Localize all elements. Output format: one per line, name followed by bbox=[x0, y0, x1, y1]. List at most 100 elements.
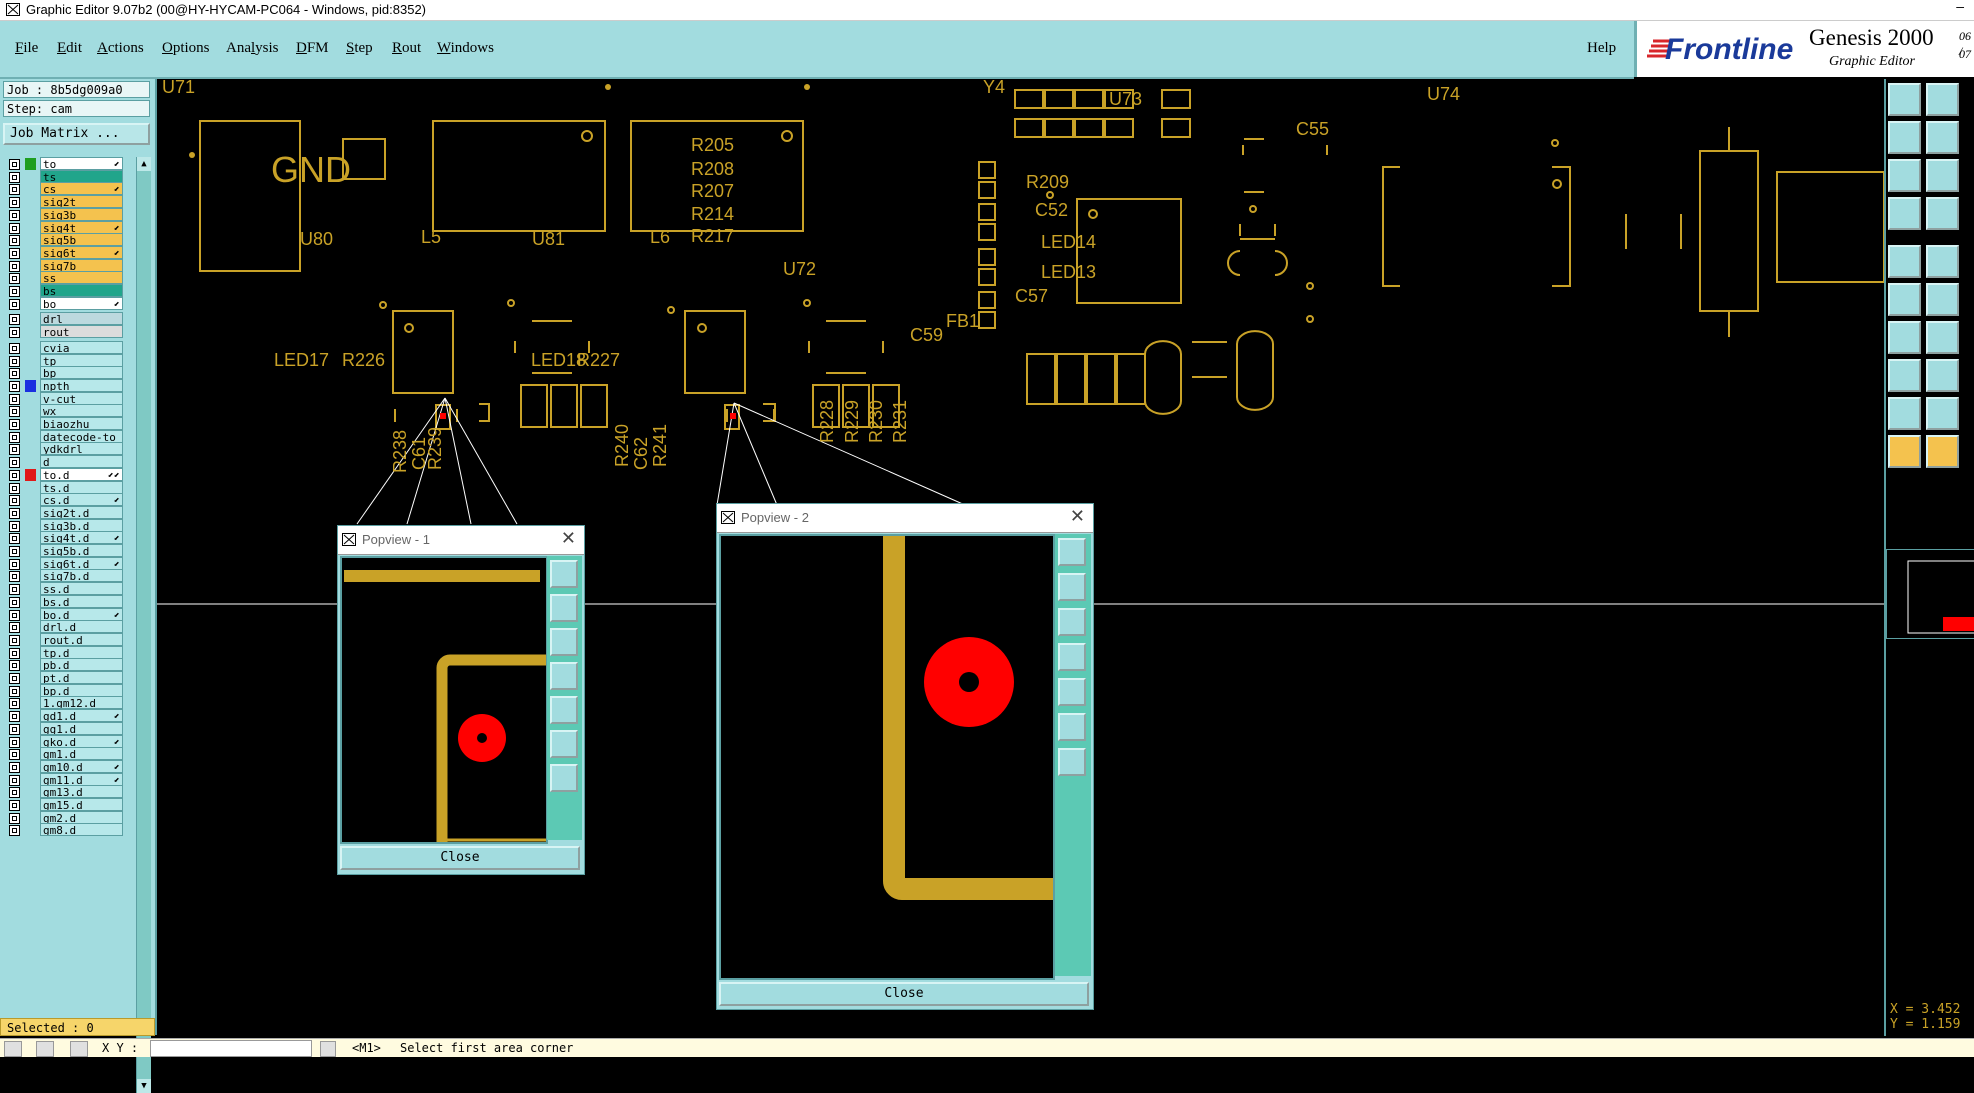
snap-icon[interactable] bbox=[1888, 245, 1921, 278]
triangle-alt-icon[interactable] bbox=[1926, 397, 1959, 430]
pan-left-icon[interactable] bbox=[1888, 121, 1921, 154]
layer-checkbox[interactable] bbox=[9, 800, 20, 811]
layer-name[interactable]: cs ⬋ bbox=[40, 182, 123, 196]
layer-checkbox[interactable] bbox=[9, 698, 20, 710]
popview-1-titlebar[interactable]: Popview - 1 ✕ bbox=[338, 526, 584, 555]
menu-options[interactable]: Options bbox=[162, 40, 210, 57]
layer-name[interactable]: cvia bbox=[40, 340, 123, 354]
layer-name[interactable]: drl bbox=[40, 312, 123, 326]
menu-edit[interactable]: Edit bbox=[57, 40, 82, 57]
layer-checkbox[interactable] bbox=[9, 431, 20, 443]
point-icon[interactable] bbox=[1888, 359, 1921, 392]
check-icon[interactable] bbox=[4, 1041, 22, 1057]
layer-name[interactable]: ts.d bbox=[40, 480, 123, 494]
layer-name[interactable]: sig6t ⬋ bbox=[40, 245, 123, 259]
layer-checkbox[interactable] bbox=[9, 444, 20, 456]
pan-left-icon[interactable] bbox=[550, 662, 578, 690]
layer-name[interactable]: gm13.d bbox=[40, 785, 123, 799]
layer-name[interactable]: gm15.d bbox=[40, 798, 123, 811]
layer-name[interactable]: tp.d bbox=[40, 645, 123, 659]
layer-checkbox[interactable] bbox=[9, 520, 20, 532]
layer-name[interactable]: to.d ⬋⬋ bbox=[40, 467, 123, 481]
pointer-icon[interactable] bbox=[1888, 435, 1921, 468]
xy-input[interactable] bbox=[150, 1040, 312, 1057]
layer-name[interactable]: sig7b.d bbox=[40, 569, 123, 583]
menu-analysis[interactable]: Analysis bbox=[226, 40, 279, 57]
popview-1-close-button[interactable]: Close bbox=[340, 846, 580, 870]
fit-icon[interactable] bbox=[550, 730, 578, 758]
layer-checkbox[interactable] bbox=[9, 736, 20, 748]
triangle-icon[interactable] bbox=[1888, 397, 1921, 430]
layer-list-scrollbar[interactable]: ▲ ▼ bbox=[136, 157, 151, 1093]
layer-checkbox[interactable] bbox=[9, 609, 20, 621]
layer-checkbox[interactable] bbox=[9, 286, 20, 297]
layer-checkbox[interactable] bbox=[9, 457, 20, 469]
layer-name[interactable]: gko.d ⬋ bbox=[40, 734, 123, 748]
layer-checkbox[interactable] bbox=[9, 393, 20, 405]
layer-checkbox[interactable] bbox=[9, 197, 20, 209]
layer-checkbox[interactable] bbox=[9, 184, 20, 196]
window-icon[interactable] bbox=[70, 1041, 88, 1057]
scroll-down-icon[interactable]: ▼ bbox=[137, 1079, 151, 1093]
layer-checkbox[interactable] bbox=[9, 711, 20, 723]
layer-checkbox[interactable] bbox=[9, 825, 20, 837]
layer-name[interactable]: ts bbox=[40, 169, 123, 183]
zoom-area-icon[interactable] bbox=[1058, 748, 1086, 776]
layer-name[interactable]: gm11.d ⬋ bbox=[40, 772, 123, 786]
enter-icon[interactable] bbox=[320, 1041, 336, 1057]
layer-name[interactable]: bp bbox=[40, 366, 123, 380]
layer-checkbox[interactable] bbox=[9, 749, 20, 761]
layer-checkbox[interactable] bbox=[9, 723, 20, 735]
layer-name[interactable]: bp.d bbox=[40, 683, 123, 697]
layer-name[interactable]: sig3b bbox=[40, 207, 123, 221]
layer-checkbox[interactable] bbox=[9, 647, 20, 659]
layer-name[interactable]: sig3b.d bbox=[40, 518, 123, 532]
layer-checkbox[interactable] bbox=[9, 812, 20, 824]
pan-right-icon[interactable] bbox=[1058, 678, 1086, 706]
slash-icon[interactable] bbox=[1926, 321, 1959, 354]
cross-icon[interactable] bbox=[1926, 283, 1959, 316]
layer-name[interactable]: bs bbox=[40, 284, 123, 297]
layer-checkbox[interactable] bbox=[9, 482, 20, 494]
layer-checkbox[interactable] bbox=[9, 380, 20, 392]
menu-help[interactable]: Help bbox=[1587, 40, 1616, 57]
layer-name[interactable]: npth bbox=[40, 378, 123, 392]
layer-checkbox[interactable] bbox=[9, 355, 20, 367]
menu-actions[interactable]: Actions bbox=[97, 40, 144, 57]
layer-checkbox[interactable] bbox=[9, 558, 20, 570]
layer-checkbox[interactable] bbox=[9, 260, 20, 272]
layer-name[interactable]: sig2t bbox=[40, 195, 123, 209]
layer-checkbox[interactable] bbox=[9, 159, 20, 170]
layer-checkbox[interactable] bbox=[9, 673, 20, 684]
layer-name[interactable]: bs.d bbox=[40, 594, 123, 608]
zoom-out-icon[interactable] bbox=[1926, 83, 1959, 116]
refresh-icon[interactable] bbox=[1888, 197, 1921, 230]
layer-name[interactable]: pb.d bbox=[40, 658, 123, 672]
layer-checkbox[interactable] bbox=[9, 660, 20, 672]
pan-right-icon[interactable] bbox=[550, 696, 578, 724]
layer-checkbox[interactable] bbox=[9, 634, 20, 646]
layer-name[interactable]: biaozhu bbox=[40, 417, 123, 430]
layer-row[interactable]: rout bbox=[0, 325, 130, 340]
layer-checkbox[interactable] bbox=[9, 209, 20, 221]
pan-down-icon[interactable] bbox=[550, 628, 578, 656]
popview-2-close-button[interactable]: Close bbox=[719, 982, 1089, 1006]
line-tool-icon[interactable] bbox=[1926, 245, 1959, 278]
overview-map[interactable] bbox=[1886, 549, 1974, 639]
minimize-button[interactable]: – bbox=[1956, 0, 1964, 14]
layer-name[interactable]: drl.d bbox=[40, 620, 123, 634]
menu-file[interactable]: File bbox=[15, 40, 38, 57]
job-matrix-button[interactable]: Job Matrix ... bbox=[3, 123, 150, 145]
popview-2-view[interactable] bbox=[719, 534, 1055, 980]
menu-dfm[interactable]: DFM bbox=[296, 40, 329, 57]
layer-name[interactable]: bo.d ⬋ bbox=[40, 607, 123, 621]
layer-name[interactable]: gm1.d bbox=[40, 747, 123, 761]
layer-name[interactable]: gm10.d ⬋ bbox=[40, 759, 123, 773]
pan-right-icon[interactable] bbox=[1926, 121, 1959, 154]
zoom-in-icon[interactable] bbox=[1888, 83, 1921, 116]
layer-name[interactable]: datecode-to bbox=[40, 429, 123, 443]
zoom-out-icon[interactable] bbox=[550, 594, 578, 622]
layer-checkbox[interactable] bbox=[9, 368, 20, 380]
layer-checkbox[interactable] bbox=[9, 622, 20, 634]
close-icon[interactable]: ✕ bbox=[561, 528, 576, 549]
